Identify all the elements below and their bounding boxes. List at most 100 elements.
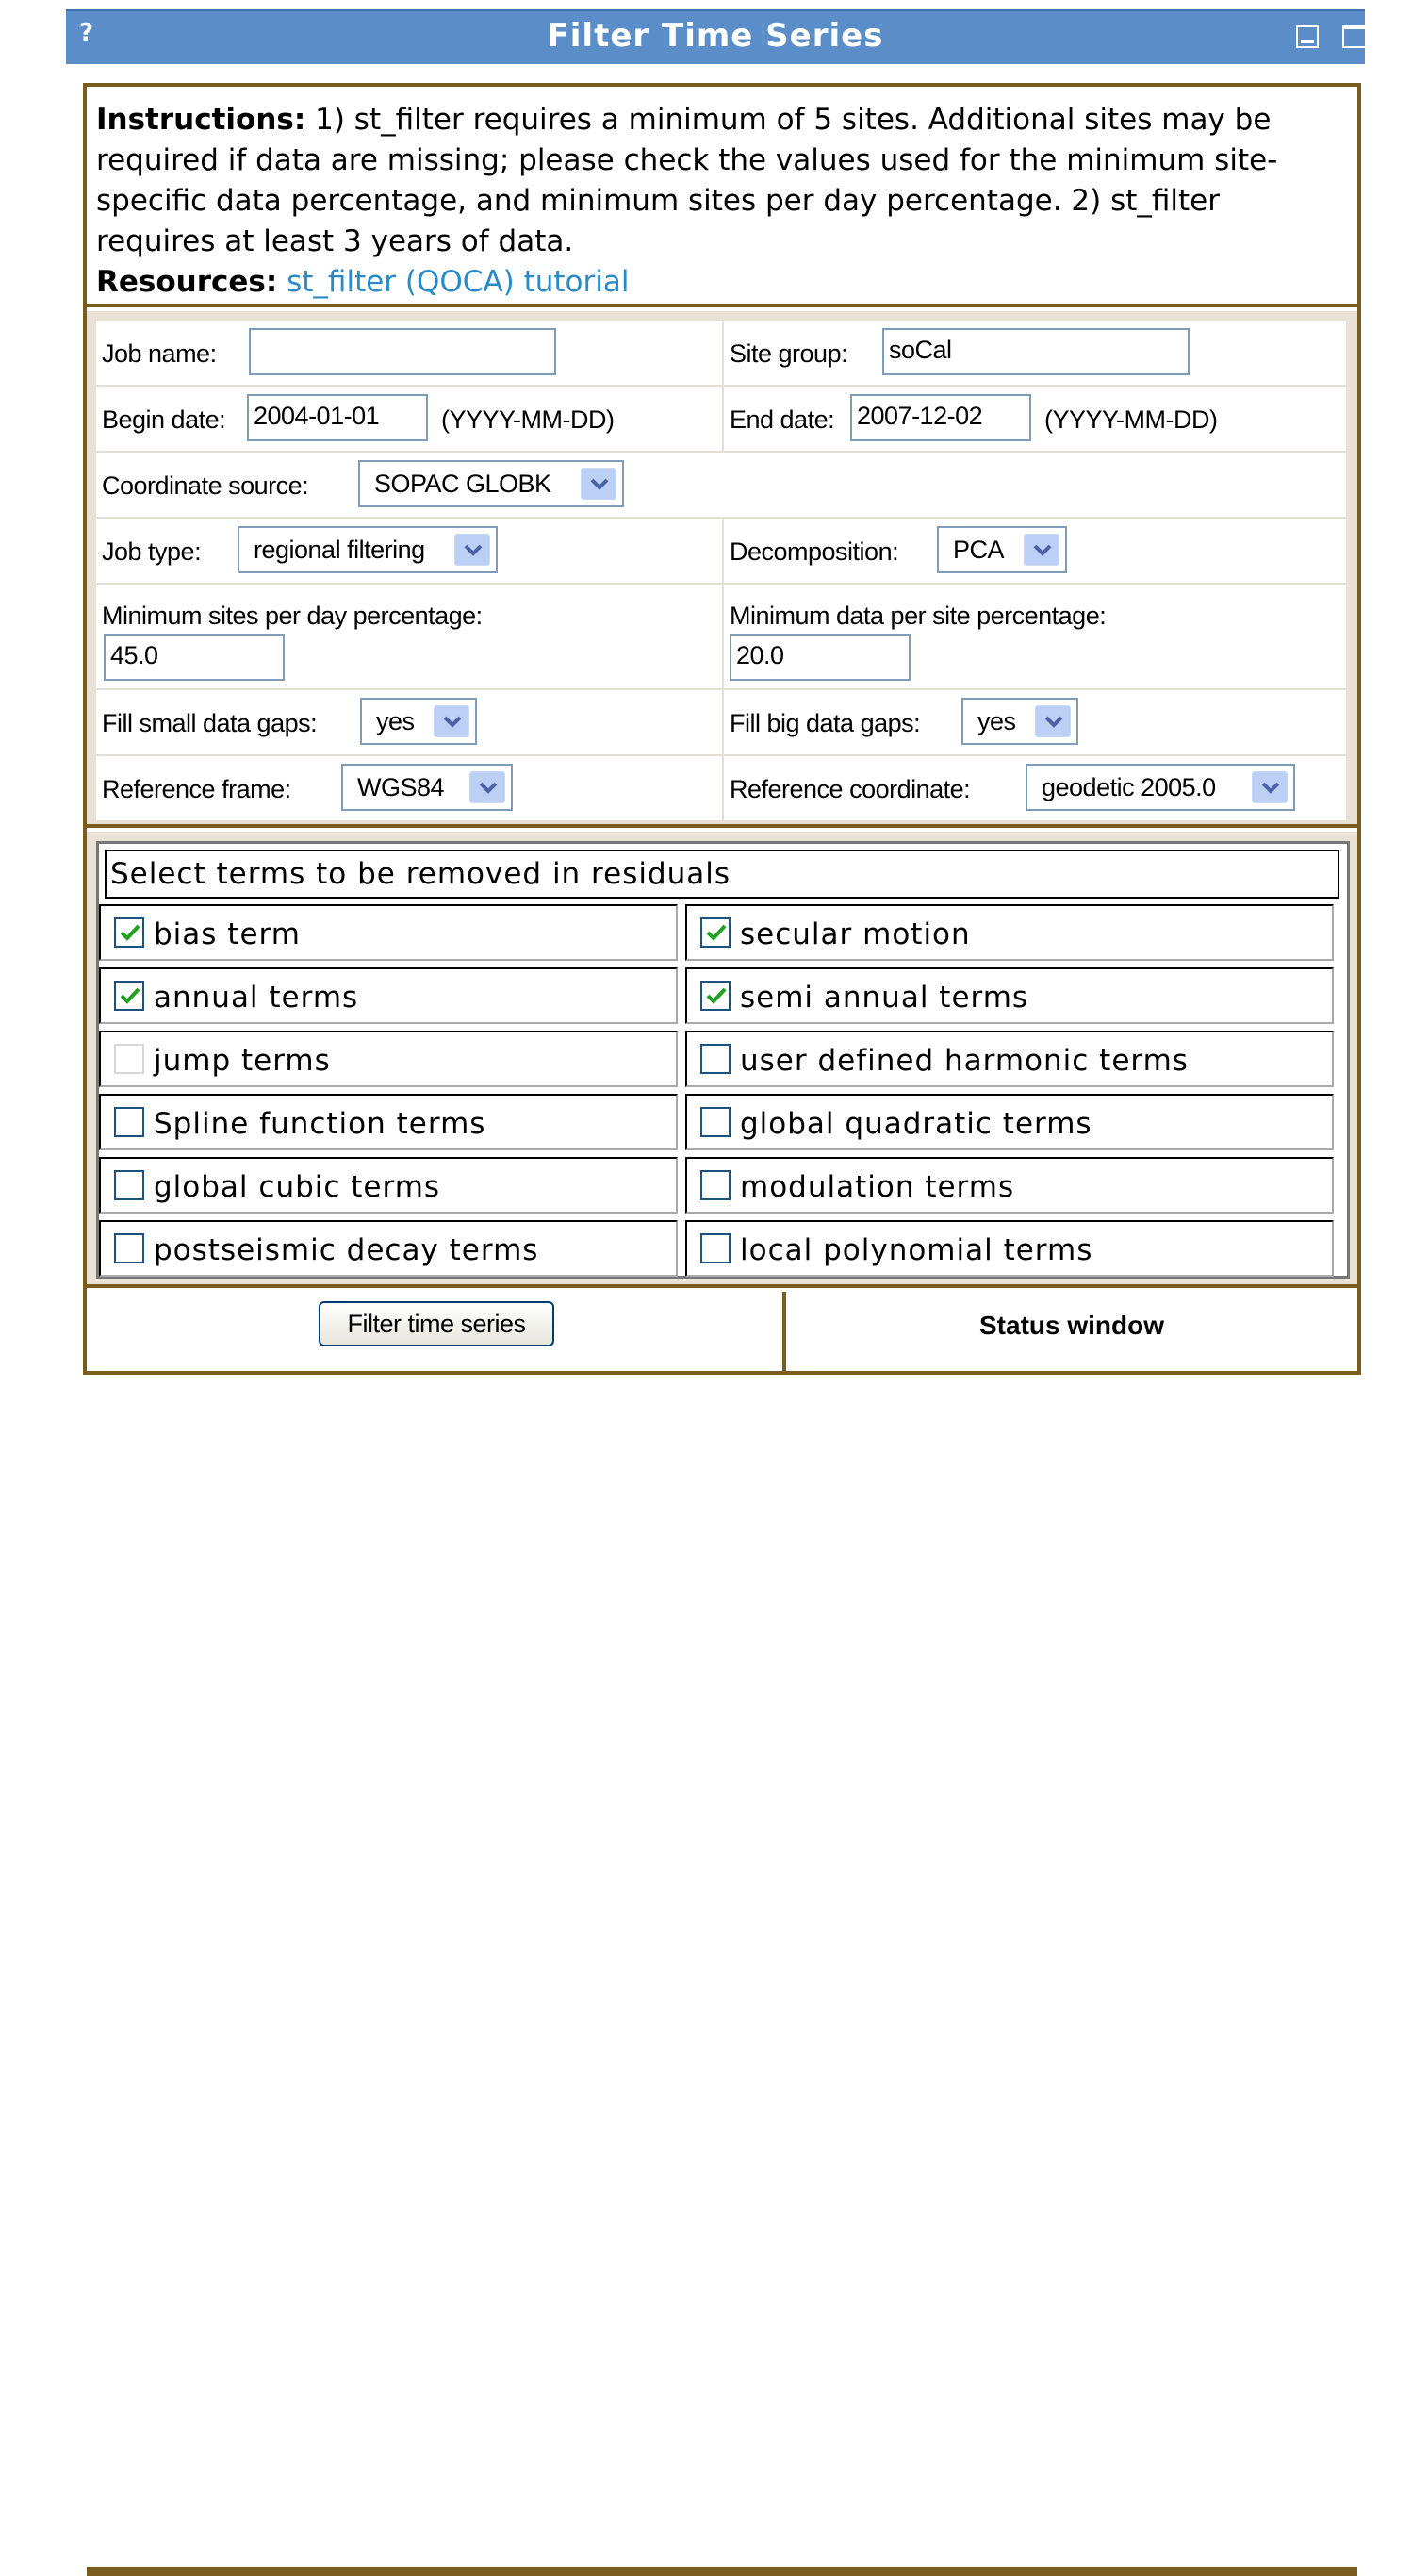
job-parameters-panel: Job name: Site group: soCal Begin date: …	[87, 311, 1357, 828]
tutorial-link[interactable]: st_filter (QOCA) tutorial	[287, 265, 629, 299]
column-divider	[722, 690, 724, 754]
instructions-label: Instructions:	[96, 103, 306, 137]
end-date-label: End date:	[730, 405, 835, 434]
term-item[interactable]: local polynomial terms	[685, 1220, 1334, 1277]
term-label: user defined harmonic terms	[740, 1044, 1189, 1078]
reference-coordinate-label: Reference coordinate:	[730, 775, 971, 803]
row-fill-gaps: Fill small data gaps: yes Fill big data …	[96, 690, 1346, 756]
term-label: semi annual terms	[740, 981, 1029, 1015]
term-checkbox[interactable]	[114, 1170, 144, 1200]
min-sites-per-day-label: Minimum sites per day percentage:	[102, 602, 483, 630]
title-bar: ? Filter Time Series	[66, 9, 1371, 64]
term-checkbox[interactable]	[114, 1107, 144, 1137]
reference-coordinate-select[interactable]: geodetic 2005.0	[1026, 764, 1295, 811]
reference-frame-select[interactable]: WGS84	[341, 764, 513, 811]
row-coordinate-source: Coordinate source: SOPAC GLOBK	[96, 453, 1346, 519]
minimize-icon[interactable]	[1296, 25, 1319, 48]
job-type-label: Job type:	[102, 537, 202, 566]
fill-small-gaps-label: Fill small data gaps:	[102, 709, 318, 737]
residual-terms-header: Select terms to be removed in residuals	[105, 850, 1339, 899]
term-item[interactable]: jump terms	[99, 1031, 678, 1087]
term-item[interactable]: global quadratic terms	[685, 1094, 1334, 1150]
decomposition-select[interactable]: PCA	[937, 526, 1067, 573]
decomposition-value: PCA	[953, 536, 1005, 564]
term-item[interactable]: modulation terms	[685, 1157, 1334, 1214]
term-checkbox[interactable]	[700, 1233, 731, 1263]
window-title: Filter Time Series	[547, 17, 884, 55]
chevron-down-icon[interactable]	[434, 705, 469, 737]
checkmark-icon	[120, 924, 140, 941]
residual-terms-table: Select terms to be removed in residuals …	[96, 841, 1350, 1279]
site-group-label: Site group:	[730, 339, 848, 368]
reference-frame-label: Reference frame:	[102, 775, 291, 803]
min-data-per-site-input[interactable]: 20.0	[730, 634, 911, 681]
term-item[interactable]: semi annual terms	[685, 967, 1334, 1024]
action-bar: Filter time series Status window	[87, 1292, 1357, 2576]
min-sites-per-day-input[interactable]: 45.0	[104, 634, 285, 681]
term-item[interactable]: global cubic terms	[99, 1157, 678, 1214]
end-date-format-hint: (YYYY-MM-DD)	[1044, 405, 1218, 434]
chevron-down-icon[interactable]	[581, 468, 616, 500]
begin-date-format-hint: (YYYY-MM-DD)	[441, 405, 615, 434]
column-divider	[722, 585, 724, 688]
term-item[interactable]: postseismic decay terms	[99, 1220, 678, 1277]
column-divider	[722, 387, 724, 451]
term-label: bias term	[154, 917, 301, 951]
term-checkbox[interactable]	[700, 1107, 731, 1137]
term-label: global cubic terms	[154, 1170, 441, 1204]
fill-small-gaps-value: yes	[376, 707, 415, 735]
job-type-value: regional filtering	[254, 536, 425, 564]
term-checkbox[interactable]	[700, 981, 731, 1011]
job-name-input[interactable]	[249, 328, 556, 375]
chevron-down-icon[interactable]	[1035, 705, 1071, 737]
fill-big-gaps-label: Fill big data gaps:	[730, 709, 921, 737]
portlet-content: Instructions: 1) st_filter requires a mi…	[83, 83, 1361, 2576]
term-label: local polynomial terms	[740, 1233, 1093, 1267]
site-group-input[interactable]: soCal	[882, 328, 1190, 375]
chevron-down-icon[interactable]	[469, 771, 505, 803]
job-type-select[interactable]: regional filtering	[238, 526, 498, 573]
min-data-per-site-label: Minimum data per site percentage:	[730, 602, 1107, 630]
term-checkbox[interactable]	[700, 1044, 731, 1074]
decomposition-label: Decomposition:	[730, 537, 899, 566]
term-checkbox	[114, 1044, 144, 1074]
filter-time-series-window: ? Filter Time Series Instructions: 1) st…	[66, 9, 1371, 2576]
fill-big-gaps-select[interactable]: yes	[961, 698, 1078, 745]
job-name-label: Job name:	[102, 339, 217, 368]
term-label: annual terms	[154, 981, 359, 1015]
row-job-type: Job type: regional filtering Decompositi…	[96, 519, 1346, 585]
chevron-down-icon[interactable]	[1252, 771, 1288, 803]
chevron-down-icon[interactable]	[1024, 534, 1059, 566]
checkmark-icon	[706, 924, 727, 941]
row-reference: Reference frame: WGS84 Reference coordin…	[96, 756, 1346, 820]
term-checkbox[interactable]	[700, 1170, 731, 1200]
coordinate-source-select[interactable]: SOPAC GLOBK	[358, 460, 624, 507]
term-label: Spline function terms	[154, 1107, 486, 1141]
term-checkbox[interactable]	[114, 917, 144, 948]
residual-terms-panel: Select terms to be removed in residuals …	[87, 832, 1357, 1288]
term-item[interactable]: user defined harmonic terms	[685, 1031, 1334, 1087]
term-item[interactable]: secular motion	[685, 904, 1334, 961]
end-date-input[interactable]: 2007-12-02	[850, 394, 1031, 441]
term-item[interactable]: bias term	[99, 904, 678, 961]
maximize-icon[interactable]	[1342, 25, 1371, 48]
term-checkbox[interactable]	[114, 981, 144, 1011]
term-label: secular motion	[740, 917, 971, 951]
resources-label: Resources:	[96, 265, 278, 299]
term-checkbox[interactable]	[114, 1233, 144, 1263]
term-item[interactable]: annual terms	[99, 967, 678, 1024]
coordinate-source-label: Coordinate source:	[102, 471, 309, 500]
chevron-down-icon[interactable]	[454, 534, 490, 566]
checkmark-icon	[706, 987, 727, 1004]
column-divider	[722, 321, 724, 385]
instructions-panel: Instructions: 1) st_filter requires a mi…	[87, 87, 1357, 307]
fill-small-gaps-select[interactable]: yes	[360, 698, 477, 745]
term-label: postseismic decay terms	[154, 1233, 539, 1267]
filter-time-series-button[interactable]: Filter time series	[319, 1301, 554, 1346]
row-dates: Begin date: 2004-01-01 (YYYY-MM-DD) End …	[96, 387, 1346, 453]
term-checkbox[interactable]	[700, 917, 731, 948]
column-divider	[722, 519, 724, 583]
term-item[interactable]: Spline function terms	[99, 1094, 678, 1150]
term-label: jump terms	[154, 1044, 331, 1078]
begin-date-input[interactable]: 2004-01-01	[247, 394, 428, 441]
